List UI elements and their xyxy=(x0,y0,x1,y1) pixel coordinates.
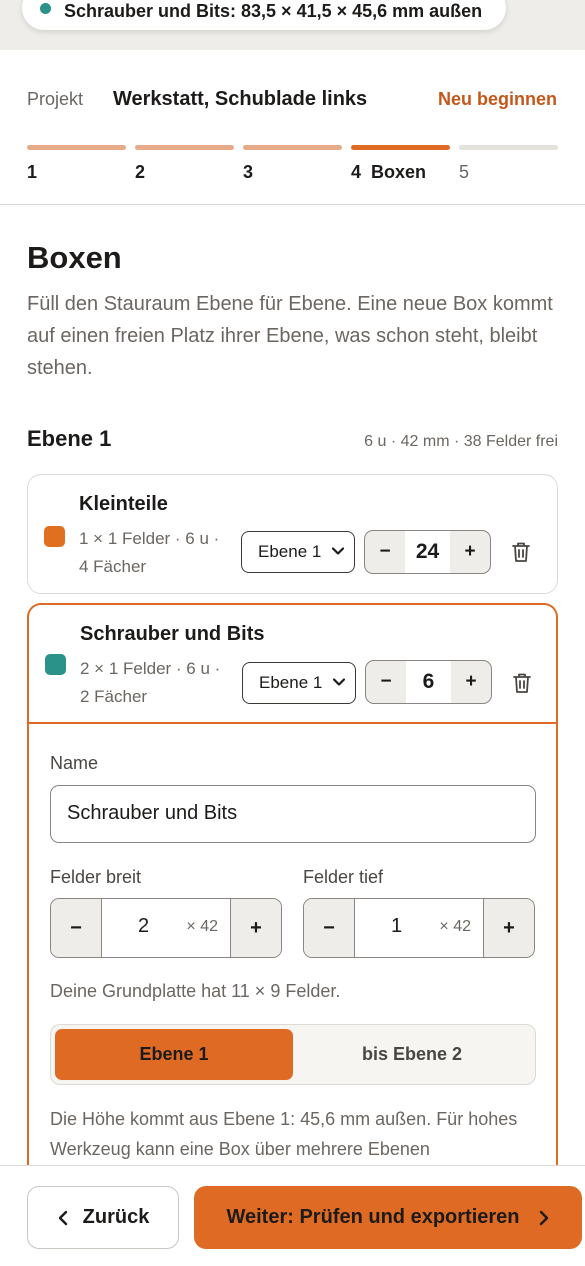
box-color-dot xyxy=(40,2,51,14)
header-divider xyxy=(0,204,585,205)
back-button[interactable]: Zurück xyxy=(27,1186,179,1249)
step-bar xyxy=(135,145,234,150)
chevron-left-icon xyxy=(58,1210,67,1225)
quantity-value: 6 xyxy=(406,661,451,703)
box-card-expanded[interactable]: Schrauber und Bits 2 × 1 Felder · 6 u · … xyxy=(27,603,558,1183)
decrement-button[interactable]: − xyxy=(365,541,405,563)
height-option-level-1[interactable]: Ebene 1 xyxy=(55,1029,293,1080)
trash-icon[interactable] xyxy=(510,540,532,564)
chevron-down-icon xyxy=(332,678,346,686)
project-name: Werkstatt, Schublade links xyxy=(113,87,368,110)
height-segmented-control: Ebene 1 bis Ebene 2 xyxy=(50,1024,536,1085)
height-note: Die Höhe kommt aus Ebene 1: 45,6 mm auße… xyxy=(50,1109,518,1159)
width-value: 2 xyxy=(138,915,150,937)
next-button[interactable]: Weiter: Prüfen und exportieren xyxy=(194,1186,582,1249)
quantity-stepper: − 24 + xyxy=(364,530,491,574)
depth-unit: × 42 xyxy=(439,918,471,935)
level-select[interactable]: Ebene 1 xyxy=(241,531,355,573)
level-header: Ebene 1 6 u · 42 mm · 38 Felder frei xyxy=(27,426,558,452)
step-5[interactable]: 5 xyxy=(459,145,558,183)
project-label: Projekt xyxy=(27,88,84,109)
increment-button[interactable]: + xyxy=(450,541,490,563)
name-input[interactable]: Schrauber und Bits xyxy=(50,785,536,843)
width-field[interactable]: 2 × 42 xyxy=(102,899,230,957)
page-title: Boxen xyxy=(27,240,122,275)
project-header: Projekt Werkstatt, Schublade links Neu b… xyxy=(27,86,557,112)
depth-decrement-button[interactable]: − xyxy=(304,899,355,957)
depth-stepper: − 1 × 42 + xyxy=(303,898,535,958)
width-label: Felder breit xyxy=(50,867,142,887)
footer-bar: Zurück Weiter: Prüfen und exportieren xyxy=(0,1165,585,1266)
depth-field[interactable]: 1 × 42 xyxy=(355,899,483,957)
step-3[interactable]: 3 xyxy=(243,145,342,183)
box-card[interactable]: Kleinteile 1 × 1 Felder · 6 u · 4 Fächer… xyxy=(27,474,558,594)
page-intro: Füll den Stauraum Ebene für Ebene. Eine … xyxy=(27,293,553,379)
step-4[interactable]: 4 Boxen xyxy=(351,145,450,183)
step-progress: 1 2 3 4 Boxen 5 xyxy=(27,145,559,185)
decrement-button[interactable]: − xyxy=(366,671,406,693)
baseplate-hint: Deine Grundplatte hat 11 × 9 Felder. xyxy=(50,981,341,1001)
box-name: Schrauber und Bits xyxy=(80,623,265,645)
depth-increment-button[interactable]: + xyxy=(483,899,534,957)
chevron-down-icon xyxy=(331,547,345,555)
step-bar xyxy=(27,145,126,150)
step-bar xyxy=(459,145,558,150)
name-label: Name xyxy=(50,753,99,773)
trash-icon[interactable] xyxy=(511,671,533,695)
dimension-pill-text: Schrauber und Bits: 83,5 × 41,5 × 45,6 m… xyxy=(64,0,483,21)
box-meta: 2 × 1 Felder · 6 u · 2 Fächer xyxy=(80,659,221,706)
level-select-value: Ebene 1 xyxy=(259,673,323,692)
depth-value: 1 xyxy=(391,915,403,937)
back-button-label: Zurück xyxy=(82,1206,150,1228)
editor-divider xyxy=(29,722,556,724)
step-label: 5 xyxy=(459,162,470,182)
step-1[interactable]: 1 xyxy=(27,145,126,183)
width-increment-button[interactable]: + xyxy=(230,899,281,957)
box-color-swatch xyxy=(44,526,65,547)
step-label: 4 Boxen xyxy=(351,162,427,182)
increment-button[interactable]: + xyxy=(451,671,491,693)
depth-label: Felder tief xyxy=(303,867,384,887)
dimension-pill: Schrauber und Bits: 83,5 × 41,5 × 45,6 m… xyxy=(22,0,506,30)
level-select[interactable]: Ebene 1 xyxy=(242,662,356,704)
level-select-value: Ebene 1 xyxy=(258,542,322,561)
quantity-stepper: − 6 + xyxy=(365,660,492,704)
quantity-value: 24 xyxy=(405,531,450,573)
chevron-right-icon xyxy=(539,1210,548,1225)
step-label: 2 xyxy=(135,162,146,182)
step-2[interactable]: 2 xyxy=(135,145,234,183)
width-stepper: − 2 × 42 + xyxy=(50,898,282,958)
next-button-label: Weiter: Prüfen und exportieren xyxy=(226,1206,520,1228)
step-label: 1 xyxy=(27,162,38,182)
step-label: 3 xyxy=(243,162,254,182)
width-unit: × 42 xyxy=(186,918,218,935)
level-summary: 6 u · 42 mm · 38 Felder frei xyxy=(364,433,558,450)
restart-link[interactable]: Neu beginnen xyxy=(438,89,557,110)
height-option-up-to-level-2[interactable]: bis Ebene 2 xyxy=(293,1029,531,1080)
level-title: Ebene 1 xyxy=(27,426,112,451)
box-color-swatch xyxy=(45,654,66,675)
step-bar xyxy=(351,145,450,150)
box-meta: 1 × 1 Felder · 6 u · 4 Fächer xyxy=(79,529,220,576)
step-bar xyxy=(243,145,342,150)
box-name: Kleinteile xyxy=(79,493,168,515)
width-decrement-button[interactable]: − xyxy=(51,899,102,957)
